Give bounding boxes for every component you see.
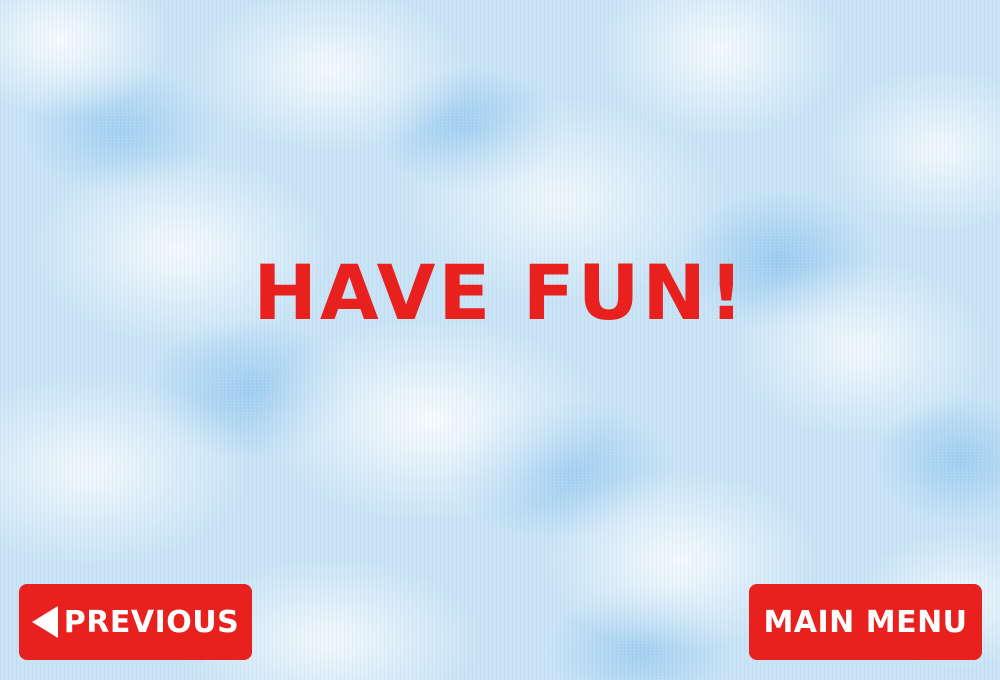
sky-background: HAVE FUN! PREVIOUS MAIN MENU bbox=[0, 0, 1000, 680]
arrow-left-icon bbox=[31, 606, 58, 638]
main-menu-button-label: MAIN MENU bbox=[763, 604, 968, 640]
headline-text: HAVE FUN! bbox=[253, 248, 747, 337]
main-menu-button[interactable]: MAIN MENU bbox=[749, 584, 982, 660]
previous-button[interactable]: PREVIOUS bbox=[19, 584, 252, 660]
previous-button-label: PREVIOUS bbox=[63, 604, 240, 640]
